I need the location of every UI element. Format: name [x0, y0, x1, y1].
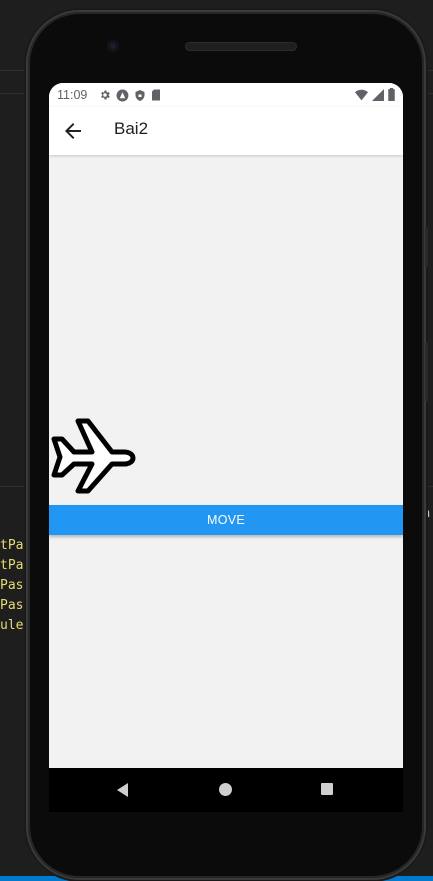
sd-card-icon: [152, 89, 161, 101]
earpiece-speaker: [185, 42, 297, 51]
status-time: 11:09: [57, 88, 88, 102]
airplane-icon: [51, 418, 136, 494]
recents-square-icon[interactable]: [321, 783, 333, 795]
power-button: [425, 342, 428, 402]
app-screen: 11:09 Bai2 MOVE: [49, 83, 403, 768]
home-circle-icon[interactable]: [219, 783, 232, 796]
signal-icon: [372, 88, 384, 101]
wifi-icon: [355, 89, 368, 100]
arrow-back-icon: [65, 123, 81, 139]
back-triangle-icon[interactable]: [116, 783, 130, 797]
system-nav-bar: [49, 768, 403, 812]
ide-code-line: Pas: [0, 598, 24, 613]
volume-button: [425, 227, 428, 267]
status-system-icons: [355, 88, 395, 101]
ide-code-block: tPa tPa Pas Pas ule: [0, 536, 23, 636]
ide-right-fragment: n: [423, 506, 431, 520]
status-bar: 11:09: [49, 83, 403, 107]
ide-code-line: tPa: [0, 538, 24, 553]
app-bar: Bai2: [49, 107, 403, 155]
battery-icon: [388, 88, 395, 101]
gear-icon: [101, 90, 111, 100]
ide-code-line: ule: [0, 618, 24, 633]
front-camera: [107, 40, 119, 52]
ide-code-line: tPa: [0, 558, 24, 573]
ide-code-line: Pas: [0, 578, 24, 593]
status-notification-icons: [99, 89, 161, 102]
android-triangle-icon: [116, 89, 129, 101]
back-button[interactable]: [61, 119, 85, 143]
shield-icon: [135, 89, 145, 101]
page-title: Bai2: [114, 119, 149, 138]
move-button[interactable]: MOVE: [49, 505, 403, 535]
